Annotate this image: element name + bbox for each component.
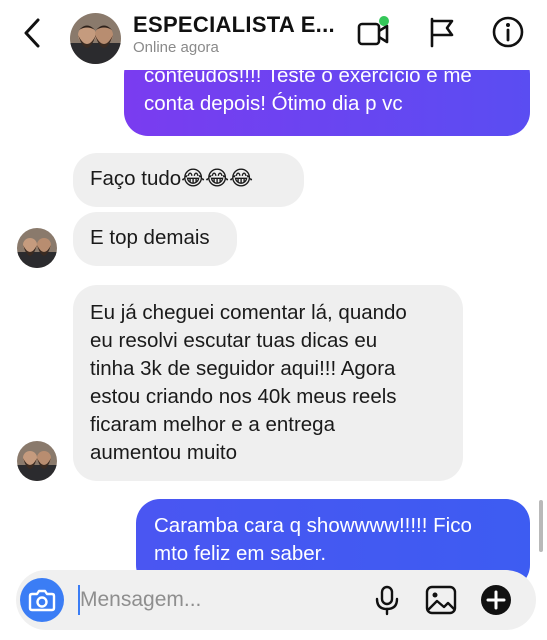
message-text: Eu já cheguei comentar lá, quando eu res…: [90, 301, 407, 464]
message-composer: [16, 570, 536, 630]
message-text: Faço tudo😂😂😂: [90, 167, 254, 190]
sender-avatar: [17, 228, 57, 268]
online-status: Online agora: [133, 39, 219, 56]
contact-avatar[interactable]: [70, 13, 121, 64]
message-text: Caramba cara q showwww!!!!! Fico mto fel…: [154, 514, 472, 565]
contact-name[interactable]: ESPECIALISTA E...: [133, 12, 335, 38]
message-bubble-incoming[interactable]: Faço tudo😂😂😂: [73, 153, 304, 207]
message-bubble-incoming[interactable]: Eu já cheguei comentar lá, quando eu res…: [73, 285, 463, 481]
chevron-left-icon[interactable]: [18, 16, 48, 50]
video-call-icon[interactable]: [356, 15, 390, 49]
info-icon[interactable]: [491, 15, 525, 49]
chat-header: ESPECIALISTA E... Online agora: [0, 0, 547, 70]
sender-avatar: [17, 441, 57, 481]
gallery-icon[interactable]: [424, 583, 458, 617]
microphone-icon[interactable]: [370, 583, 404, 617]
camera-button[interactable]: [20, 578, 64, 622]
flag-icon[interactable]: [425, 15, 459, 49]
plus-circle-icon[interactable]: [479, 583, 513, 617]
message-input[interactable]: [80, 580, 340, 620]
message-bubble-incoming[interactable]: E top demais: [73, 212, 237, 266]
message-text: conteúdos!!!! Teste o exercício e me con…: [144, 64, 472, 115]
online-dot: [379, 16, 389, 26]
camera-icon: [28, 589, 56, 612]
scrollbar-thumb[interactable]: [539, 500, 543, 552]
message-text: E top demais: [90, 226, 210, 249]
